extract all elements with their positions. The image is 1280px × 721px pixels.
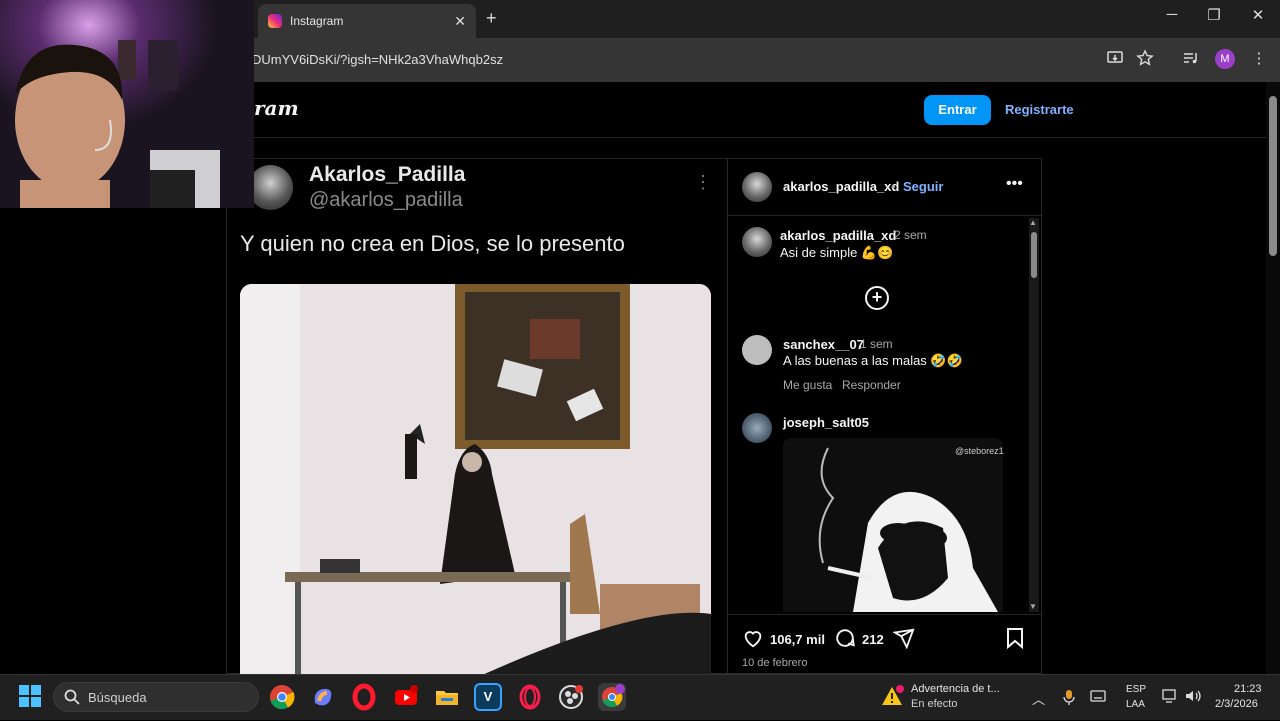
chrome-active-icon[interactable] bbox=[598, 683, 626, 711]
comment-time: 2 sem bbox=[894, 228, 927, 242]
page-scroll-thumb[interactable] bbox=[1269, 96, 1277, 256]
scroll-down-icon[interactable]: ▼ bbox=[1029, 602, 1037, 611]
network-icon[interactable] bbox=[1162, 689, 1178, 706]
tab-instagram[interactable]: Instagram ✕ bbox=[258, 4, 476, 38]
author-avatar[interactable] bbox=[742, 172, 772, 202]
chrome-icon[interactable] bbox=[268, 683, 296, 711]
restore-button[interactable]: ❐ bbox=[1194, 6, 1234, 24]
comment-reply-link[interactable]: Responder bbox=[842, 378, 901, 392]
language-code[interactable]: ESP bbox=[1126, 684, 1146, 695]
comment-count: 212 bbox=[862, 632, 884, 647]
start-windows-icon[interactable] bbox=[18, 684, 42, 708]
comment-text: Asi de simple 💪😊 bbox=[780, 245, 894, 260]
search-icon bbox=[63, 688, 81, 706]
comment-time: 1 sem bbox=[860, 337, 893, 351]
chevron-up-icon[interactable]: ︿ bbox=[1032, 689, 1045, 708]
tab-title: Instagram bbox=[290, 14, 344, 28]
opera-icon[interactable] bbox=[350, 683, 378, 711]
comment-avatar[interactable] bbox=[742, 413, 772, 443]
media-control-icon[interactable] bbox=[1180, 49, 1202, 71]
tweet-author-handle: @akarlos_padilla bbox=[309, 189, 463, 211]
load-more-comments-icon[interactable]: + bbox=[865, 286, 889, 310]
image-watermark: @steborez1 bbox=[955, 446, 1004, 456]
close-tab-icon[interactable]: ✕ bbox=[454, 13, 466, 30]
tweet-caption: Y quien no crea en Dios, se lo presento bbox=[240, 231, 625, 256]
microphone-icon[interactable] bbox=[1062, 689, 1076, 708]
like-heart-icon[interactable] bbox=[742, 627, 764, 653]
youtube-icon[interactable] bbox=[392, 683, 420, 711]
comment-avatar[interactable] bbox=[742, 227, 772, 257]
post-date: 10 de febrero bbox=[742, 657, 808, 669]
file-explorer-icon[interactable] bbox=[433, 683, 461, 711]
warning-subtitle: En efecto bbox=[911, 698, 958, 710]
comment-username[interactable]: joseph_salt05 bbox=[783, 415, 869, 430]
author-username[interactable]: akarlos_padilla_xd bbox=[783, 179, 899, 194]
tweet-menu-icon: ⋮ bbox=[694, 172, 712, 192]
webcam-overlay bbox=[0, 0, 254, 208]
comment-username[interactable]: akarlos_padilla_xd bbox=[780, 228, 896, 243]
bookmark-star-icon[interactable] bbox=[1134, 49, 1156, 71]
obs-icon[interactable] bbox=[557, 683, 585, 711]
separator-dot: • bbox=[891, 179, 896, 194]
comment-bubble-icon[interactable] bbox=[834, 627, 856, 649]
taskbar-search-input[interactable] bbox=[53, 682, 259, 712]
more-options-icon[interactable]: ••• bbox=[1006, 175, 1023, 193]
close-window-button[interactable]: ✕ bbox=[1238, 6, 1278, 24]
clock-time[interactable]: 21:23 bbox=[1234, 683, 1262, 695]
url-text[interactable]: DUmYV6iDsKi/?igsh=NHk2a3VhaWhqb2sz bbox=[252, 52, 503, 67]
keyboard-layout[interactable]: LAA bbox=[1126, 699, 1145, 710]
new-tab-button[interactable]: + bbox=[486, 8, 497, 29]
keyboard-icon[interactable] bbox=[1090, 689, 1106, 706]
follow-button[interactable]: Seguir bbox=[903, 179, 943, 194]
browser-menu-icon[interactable]: ⋮ bbox=[1248, 49, 1270, 71]
warning-title[interactable]: Advertencia de t... bbox=[911, 683, 1000, 695]
comment-text: A las buenas a las malas 🤣🤣 bbox=[783, 353, 963, 368]
post-photo[interactable] bbox=[240, 284, 711, 676]
clock-date[interactable]: 2/3/2026 bbox=[1215, 698, 1258, 710]
copilot-icon[interactable] bbox=[309, 683, 337, 711]
actions-divider bbox=[727, 614, 1042, 615]
signup-link[interactable]: Registrarte bbox=[1005, 102, 1074, 117]
instagram-logo[interactable]: ram bbox=[254, 96, 299, 120]
tweet-avatar bbox=[248, 165, 293, 210]
login-button[interactable]: Entrar bbox=[924, 95, 991, 125]
install-app-icon[interactable] bbox=[1104, 49, 1126, 71]
tweet-author-name: Akarlos_Padilla bbox=[309, 163, 466, 186]
comments-scroll-thumb[interactable] bbox=[1031, 232, 1037, 278]
scroll-up-icon[interactable]: ▲ bbox=[1029, 218, 1037, 227]
warning-icon[interactable] bbox=[880, 684, 904, 708]
comment-username[interactable]: sanchex__07 bbox=[783, 337, 864, 352]
share-icon[interactable] bbox=[892, 627, 915, 650]
like-count: 106,7 mil bbox=[770, 632, 825, 647]
bookmark-save-icon[interactable] bbox=[1005, 627, 1025, 650]
instagram-favicon-icon bbox=[268, 14, 282, 28]
opera-gx-icon[interactable] bbox=[516, 683, 544, 711]
comment-image[interactable] bbox=[783, 438, 1003, 612]
volume-icon[interactable] bbox=[1185, 689, 1203, 706]
visual-studio-icon[interactable]: V bbox=[474, 683, 502, 711]
search-placeholder: Búsqueda bbox=[88, 690, 147, 705]
comment-like-link[interactable]: Me gusta bbox=[783, 378, 832, 392]
minimize-button[interactable]: ─ bbox=[1152, 6, 1192, 23]
instagram-header bbox=[254, 82, 1266, 138]
comment-avatar[interactable] bbox=[742, 335, 772, 365]
profile-avatar[interactable]: M bbox=[1215, 49, 1235, 69]
